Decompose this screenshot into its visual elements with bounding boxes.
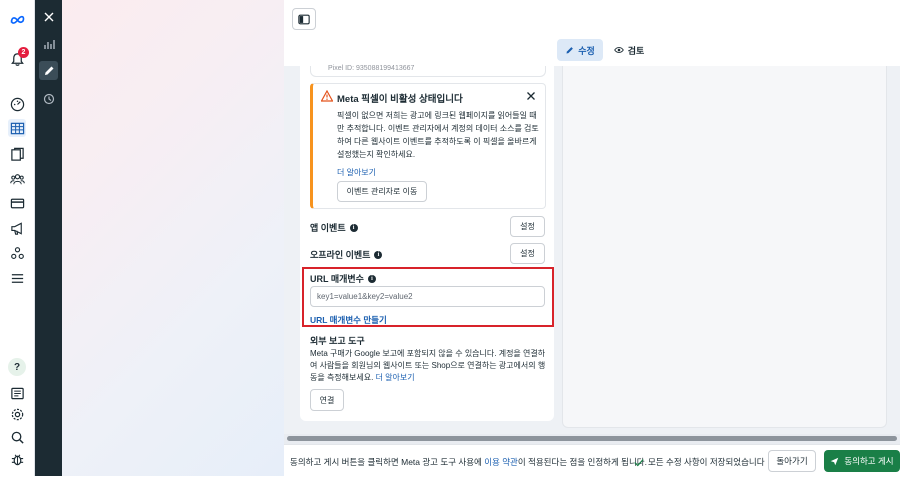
editor-header: 수정 검토: [284, 0, 900, 66]
menu-hamburger-icon[interactable]: [8, 269, 26, 287]
campaign-megaphone-icon[interactable]: [8, 219, 26, 237]
pages-icon[interactable]: [8, 145, 26, 163]
external-reporting-title: 외부 보고 도구: [310, 336, 365, 346]
connect-button[interactable]: 연결: [310, 389, 344, 411]
business-tools-icon[interactable]: [8, 244, 26, 262]
close-icon[interactable]: [39, 7, 58, 26]
publish-button[interactable]: 동의하고 게시: [824, 450, 900, 472]
edit-pencil-icon[interactable]: [39, 61, 58, 80]
back-button[interactable]: 돌아가기: [768, 450, 816, 472]
notifications-bell-icon[interactable]: 2: [8, 47, 29, 68]
pencil-icon: [566, 46, 574, 53]
bar-chart-icon[interactable]: [39, 34, 58, 53]
search-icon[interactable]: [8, 428, 26, 446]
offline-events-setup-button[interactable]: 설정: [510, 243, 545, 264]
alert-close-icon[interactable]: [525, 90, 537, 102]
ad-preview-area: [554, 66, 900, 434]
bottom-strip: [0, 476, 284, 488]
dashboard-gauge-icon[interactable]: [8, 95, 26, 113]
help-icon[interactable]: ?: [8, 358, 26, 376]
save-status: 모든 수정 사항이 저장되었습니다: [634, 456, 765, 468]
external-reporting-text: Meta 구매가 Google 보고에 포함되지 않을 수 있습니다. 계정을 …: [310, 349, 546, 382]
billing-card-icon[interactable]: [8, 194, 26, 212]
external-learn-more-link[interactable]: 더 알아보기: [376, 373, 415, 382]
ad-preview-card: [562, 66, 887, 428]
report-bug-icon[interactable]: [8, 450, 26, 468]
publish-button-label: 동의하고 게시: [844, 456, 894, 466]
app-events-text: 앱 이벤트: [310, 223, 346, 233]
offline-events-info-icon[interactable]: i: [374, 250, 383, 259]
navigation-rail: 2 ?: [0, 0, 35, 488]
notification-count-badge: 2: [18, 47, 29, 58]
horizontal-scrollbar[interactable]: [287, 436, 897, 441]
pixel-inactive-alert: Meta 픽셀이 비활성 상태입니다 픽셀이 없으면 저희는 광고에 링크된 웹…: [310, 83, 546, 209]
url-parameters-input[interactable]: [310, 286, 545, 307]
audience-people-icon[interactable]: [8, 170, 26, 188]
app-events-setup-button[interactable]: 설정: [510, 216, 545, 237]
terms-text-before: 동의하고 게시 버튼을 클릭하면 Meta 광고 도구 사용에: [290, 457, 485, 467]
terms-link[interactable]: 이용 약관: [484, 457, 518, 467]
tab-review-label: 검토: [627, 45, 645, 56]
alert-body: 픽셀이 없으면 저희는 광고에 링크된 웹페이지를 읽어들일 때만 추적합니다.…: [337, 111, 539, 159]
url-parameters-text: URL 매개변수: [310, 274, 364, 284]
ads-manager-table-icon[interactable]: [8, 119, 26, 137]
editor-nav-panel: [35, 0, 62, 488]
sidebar-toggle-button[interactable]: [292, 8, 316, 30]
build-url-parameters-link[interactable]: URL 매개변수 만들기: [310, 314, 387, 326]
tab-edit[interactable]: 수정: [557, 39, 603, 61]
pixel-id: Pixel ID: 935088199413667: [328, 65, 415, 72]
eye-icon: [613, 47, 624, 53]
tab-review[interactable]: 검토: [609, 39, 649, 61]
tab-edit-label: 수정: [578, 45, 595, 56]
app-events-info-icon[interactable]: i: [349, 223, 358, 232]
alert-learn-more-link[interactable]: 더 알아보기: [337, 167, 376, 178]
offline-events-text: 오프라인 이벤트: [310, 250, 371, 260]
terms-notice: 동의하고 게시 버튼을 클릭하면 Meta 광고 도구 사용에 이용 약관이 적…: [290, 456, 647, 468]
url-parameters-info-icon[interactable]: i: [367, 274, 376, 283]
publish-footer: 동의하고 게시 버튼을 클릭하면 Meta 광고 도구 사용에 이용 약관이 적…: [284, 444, 900, 488]
history-clock-icon[interactable]: [39, 89, 58, 108]
offline-events-label: 오프라인 이벤트 i: [310, 248, 383, 261]
save-status-text: 모든 수정 사항이 저장되었습니다: [648, 457, 765, 467]
send-icon: [831, 457, 839, 465]
checkmark-icon: [634, 458, 644, 466]
news-feed-icon[interactable]: [8, 384, 26, 402]
warning-triangle-icon: [321, 90, 333, 102]
page-backdrop: [62, 0, 284, 488]
events-manager-button[interactable]: 이벤트 관리자로 이동: [337, 181, 427, 202]
settings-gear-icon[interactable]: [8, 405, 26, 423]
url-parameters-label: URL 매개변수 i: [310, 272, 376, 285]
app-events-label: 앱 이벤트 i: [310, 221, 358, 234]
external-reporting-description: Meta 구매가 Google 보고에 포함되지 않을 수 있습니다. 계정을 …: [310, 348, 546, 384]
terms-text-after: 이 적용된다는 점을 인정하게 됩니다.: [517, 457, 647, 467]
alert-title: Meta 픽셀이 비활성 상태입니다: [337, 94, 463, 105]
meta-logo-icon[interactable]: [8, 10, 26, 28]
